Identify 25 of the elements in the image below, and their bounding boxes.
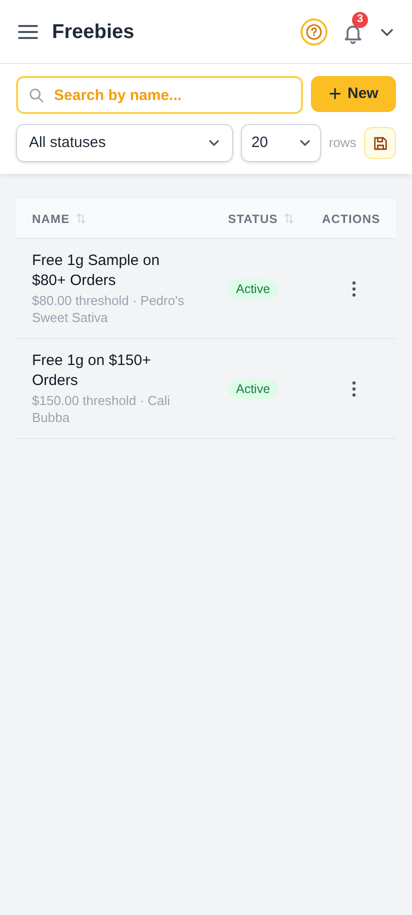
column-header[interactable]: NAME	[32, 210, 70, 228]
search-field[interactable]: Search by name...	[16, 76, 303, 114]
status-badge: Active	[228, 378, 278, 400]
freebie-name: Free 1g on $150+ Orders	[32, 351, 152, 391]
more-options-icon[interactable]	[352, 280, 356, 296]
page-title: Freebies	[52, 20, 134, 44]
more-options-icon[interactable]	[352, 380, 356, 396]
rows-label: rows	[328, 134, 356, 152]
freebie-name: Free 1g Sample on $80+ Orders	[32, 251, 161, 291]
status-select[interactable]: All statuses	[16, 124, 234, 162]
freebie-detail: $80.00 threshold · Pedro's Sweet Sativa	[32, 292, 186, 326]
save-button[interactable]	[364, 127, 396, 159]
notification-badge: 3	[352, 12, 368, 28]
save-icon	[372, 136, 388, 150]
chevron-down-icon	[208, 137, 220, 149]
help-icon[interactable]	[300, 18, 328, 46]
page-size-select[interactable]: 20	[241, 124, 321, 162]
chevron-down-icon	[298, 137, 311, 149]
menu-icon[interactable]	[18, 24, 38, 40]
search-icon	[29, 88, 44, 103]
column-header[interactable]: STATUS	[228, 210, 278, 228]
new-button[interactable]: + New	[311, 76, 396, 112]
status-badge: Active	[228, 278, 278, 300]
freebie-detail: $150.00 threshold · Cali Bubba	[32, 392, 172, 426]
column-header: ACTIONS	[322, 210, 380, 228]
